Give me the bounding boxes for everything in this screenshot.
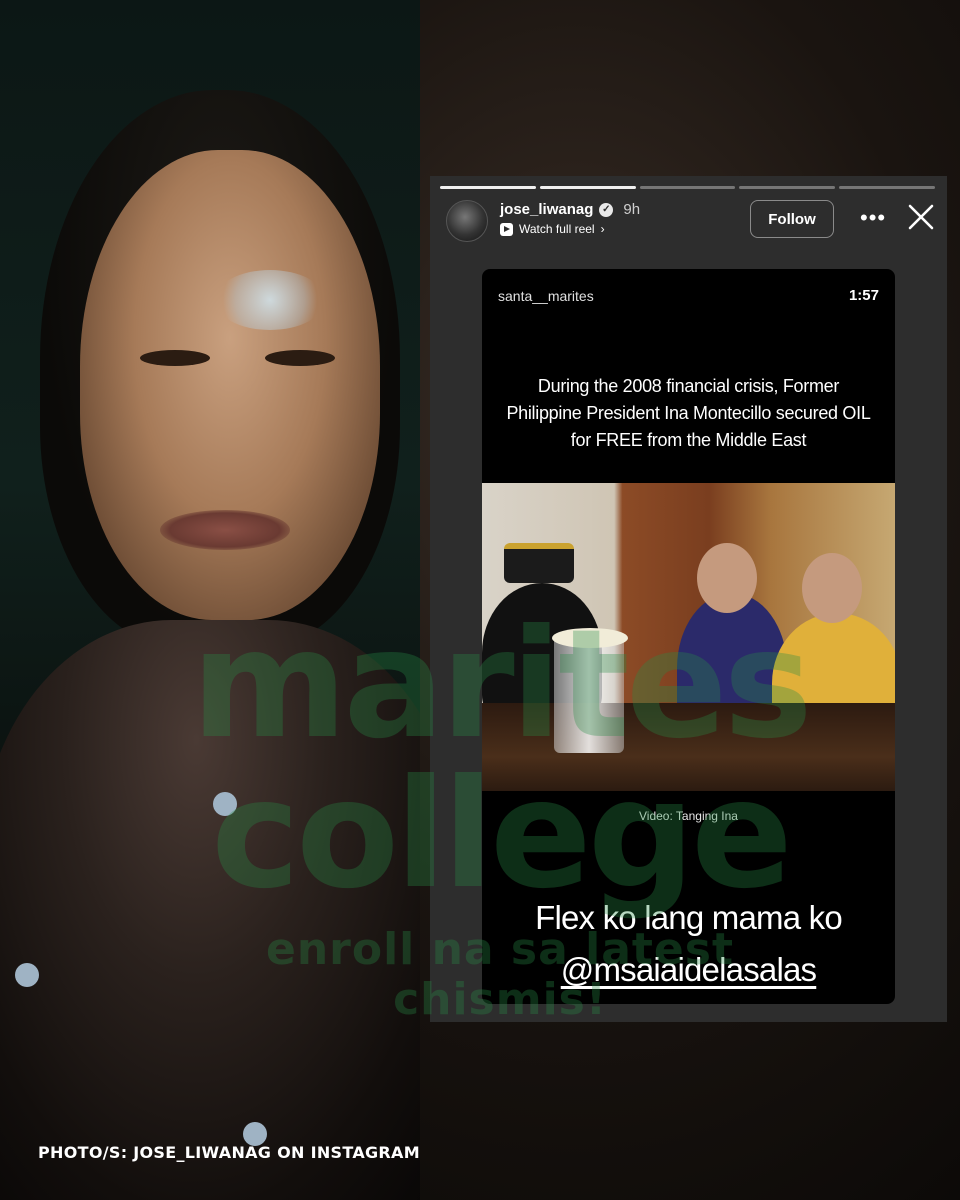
avatar[interactable]	[446, 200, 488, 242]
story-username[interactable]: jose_liwanag	[500, 201, 593, 218]
scene-person-head	[697, 543, 757, 613]
chevron-right-icon: ›	[600, 222, 605, 236]
scene-headdress	[504, 543, 574, 583]
progress-segment	[739, 186, 836, 189]
portrait-mouth	[160, 510, 290, 550]
instagram-story: jose_liwanag ✓ 9h Watch full reel › Foll…	[430, 176, 947, 1022]
play-icon	[500, 222, 513, 236]
story-progress-bar	[440, 186, 935, 189]
scene-flowers	[552, 628, 628, 648]
portrait-shirt	[0, 620, 420, 1200]
follow-button[interactable]: Follow	[750, 200, 834, 238]
progress-segment	[639, 186, 736, 189]
portrait-eye-right	[265, 350, 335, 366]
story-time: 9h	[623, 201, 641, 218]
shirt-button	[15, 963, 39, 987]
page: jose_liwanag ✓ 9h Watch full reel › Foll…	[0, 0, 960, 1200]
embedded-reel[interactable]: santa__marites 1:57 During the 2008 fina…	[482, 269, 895, 1004]
watch-full-reel-label: Watch full reel	[519, 222, 595, 236]
progress-segment	[440, 186, 536, 189]
portrait-photo	[0, 0, 420, 1200]
portrait-eye-left	[140, 350, 210, 366]
close-icon[interactable]	[904, 200, 938, 234]
story-header: jose_liwanag ✓ 9h	[500, 201, 640, 218]
scene-vase	[554, 633, 624, 753]
watch-full-reel-link[interactable]: Watch full reel ›	[500, 222, 605, 236]
photo-credit: PHOTO/S: JOSE_LIWANAG ON INSTAGRAM	[38, 1143, 420, 1162]
reel-duration: 1:57	[848, 287, 879, 304]
reel-username: santa__marites	[498, 288, 594, 304]
story-text-sticker: Flex ko lang mama ko	[535, 899, 843, 936]
scene-person-head	[802, 553, 862, 623]
progress-segment	[839, 186, 935, 189]
mention-sticker[interactable]: @msaiaidelasalas	[482, 951, 895, 989]
reel-caption: During the 2008 financial crisis, Former…	[506, 376, 871, 450]
progress-segment	[539, 186, 636, 189]
shirt-button	[213, 792, 237, 816]
verified-icon: ✓	[599, 202, 614, 217]
more-icon[interactable]: •••	[860, 205, 886, 231]
video-credit: Video: Tanging Ina	[639, 809, 738, 823]
scene-table	[482, 703, 895, 791]
video-frame	[482, 483, 895, 791]
portrait-glitter	[215, 270, 325, 330]
